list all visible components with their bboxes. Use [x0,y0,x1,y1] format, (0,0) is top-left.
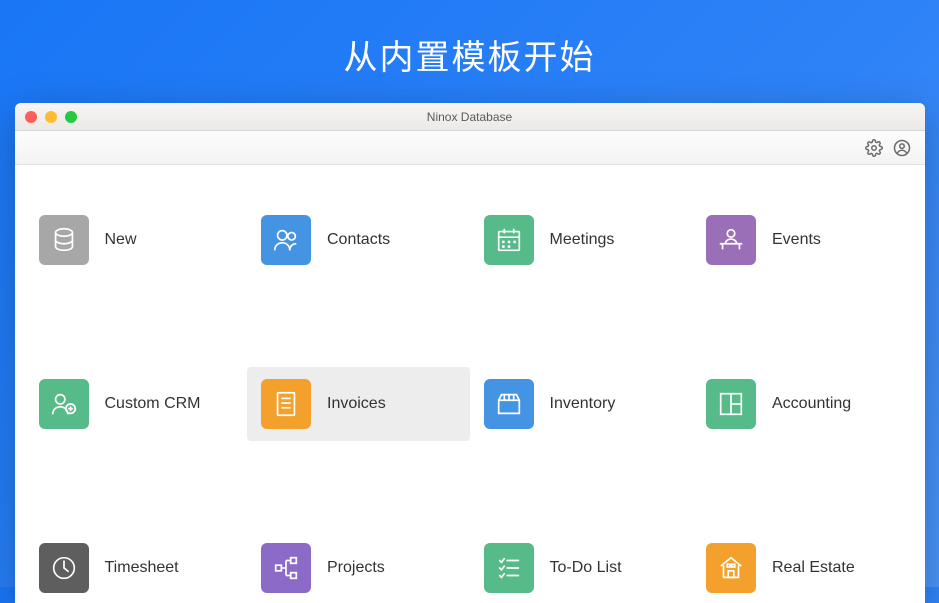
template-label: Invoices [327,395,386,413]
template-tile-real-estate[interactable]: Real Estate [692,531,915,603]
calendar-icon [484,215,534,265]
zoom-window-button[interactable] [65,111,77,123]
page-title: 从内置模板开始 [0,0,939,103]
template-grid-container: New Contacts Meetings Events Custom CRM Invoi… [15,165,925,603]
people-icon [261,215,311,265]
template-tile-meetings[interactable]: Meetings [470,203,693,277]
titlebar: Ninox Database [15,103,925,131]
template-label: To-Do List [550,559,622,577]
template-label: Custom CRM [105,395,201,413]
template-label: Timesheet [105,559,179,577]
checklist-icon [484,543,534,593]
user-icon[interactable] [893,139,911,157]
template-tile-events[interactable]: Events [692,203,915,277]
template-tile-inventory[interactable]: Inventory [470,367,693,441]
clock-icon [39,543,89,593]
template-tile-projects[interactable]: Projects [247,531,470,603]
template-tile-accounting[interactable]: Accounting [692,367,915,441]
gear-icon[interactable] [865,139,883,157]
database-icon [39,215,89,265]
app-window: Ninox Database New Contacts Meetings Events… [15,103,925,603]
layout-icon [706,379,756,429]
person-desk-icon [706,215,756,265]
sitemap-icon [261,543,311,593]
template-label: Contacts [327,231,390,249]
house-icon [706,543,756,593]
template-tile-contacts[interactable]: Contacts [247,203,470,277]
template-tile-new[interactable]: New [25,203,248,277]
template-tile-timesheet[interactable]: Timesheet [25,531,248,603]
people-plus-icon [39,379,89,429]
window-title: Ninox Database [15,110,925,124]
minimize-window-button[interactable] [45,111,57,123]
template-label: Events [772,231,821,249]
document-icon [261,379,311,429]
template-label: Real Estate [772,559,855,577]
template-label: New [105,231,137,249]
template-label: Meetings [550,231,615,249]
template-tile-custom-crm[interactable]: Custom CRM [25,367,248,441]
template-label: Accounting [772,395,851,413]
toolbar [15,131,925,165]
traffic-lights [25,111,77,123]
close-window-button[interactable] [25,111,37,123]
box-icon [484,379,534,429]
template-tile-invoices[interactable]: Invoices [247,367,470,441]
template-label: Inventory [550,395,616,413]
template-tile-todo-list[interactable]: To-Do List [470,531,693,603]
template-label: Projects [327,559,385,577]
template-grid: New Contacts Meetings Events Custom CRM Invoi… [25,203,915,603]
